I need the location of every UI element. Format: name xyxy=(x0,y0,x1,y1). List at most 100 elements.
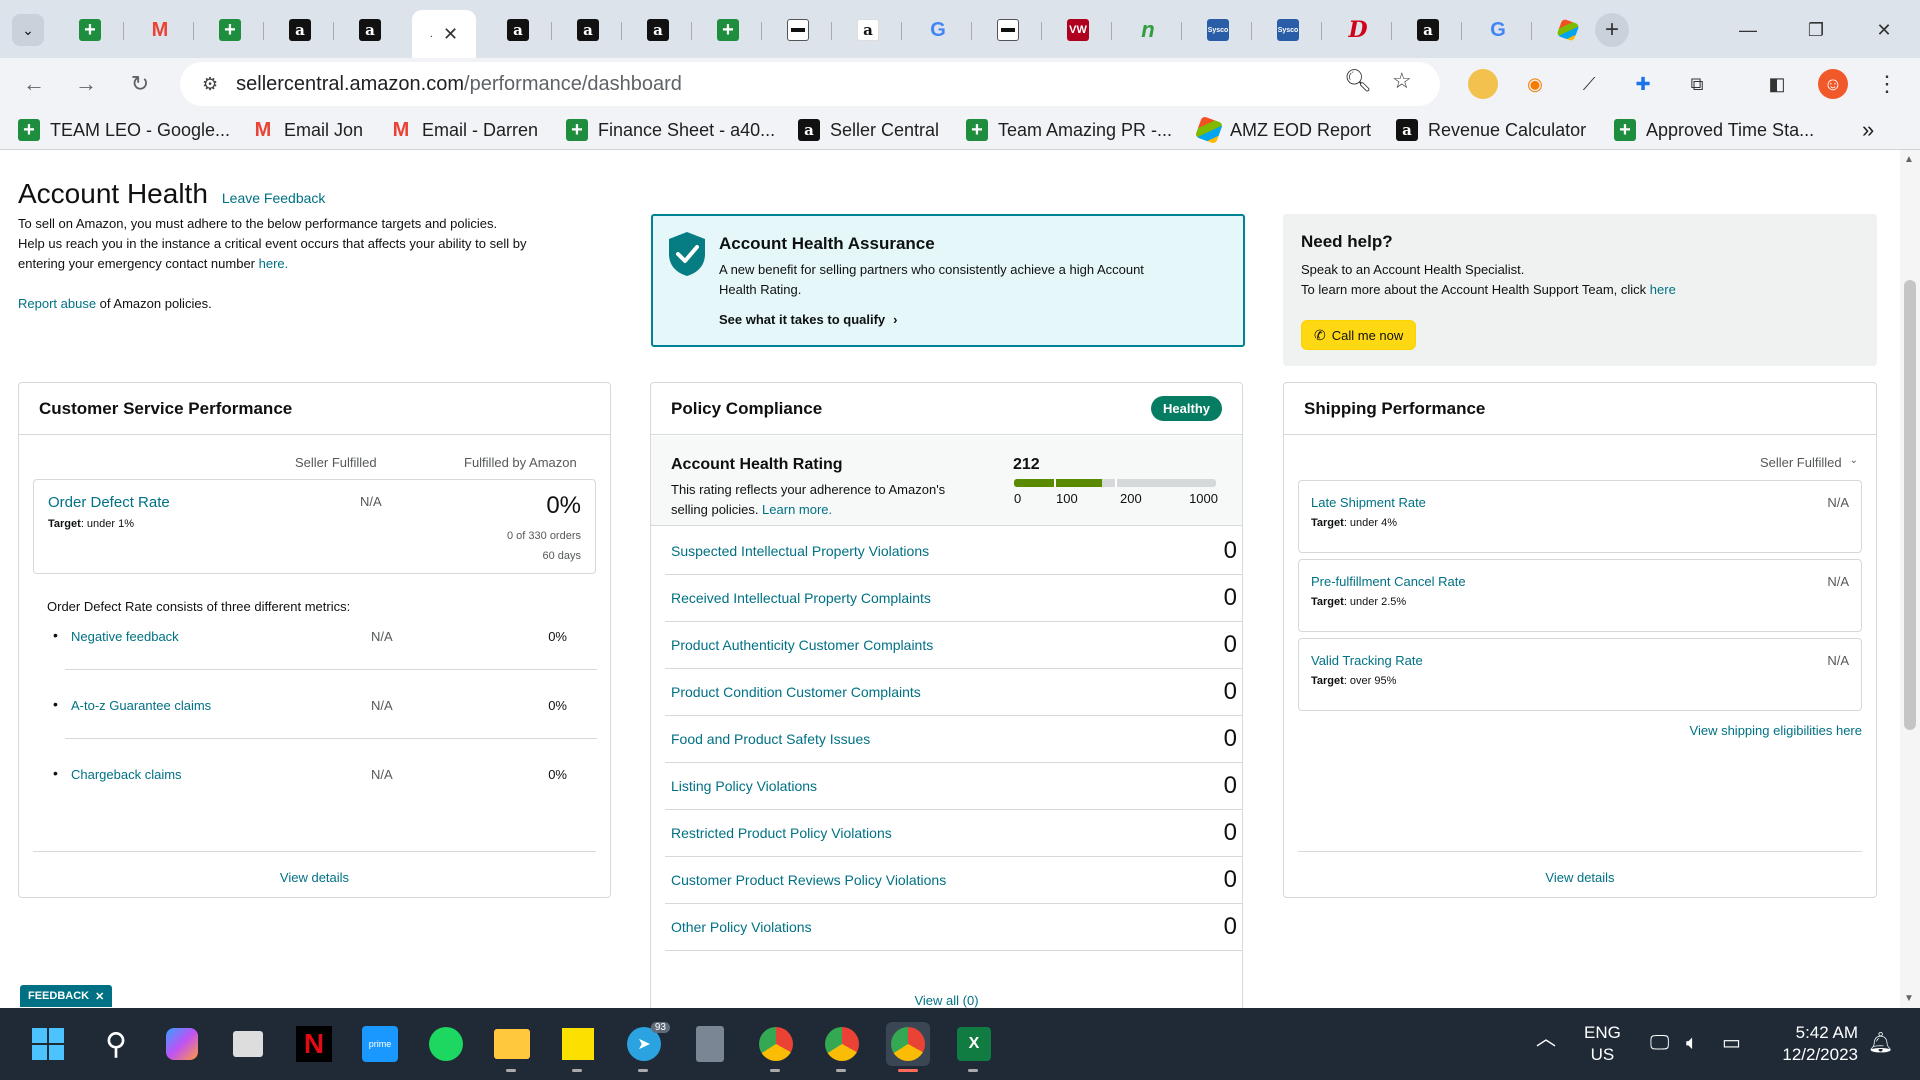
bookmarks-overflow-button[interactable]: » xyxy=(1862,117,1874,142)
taskbar-search-button[interactable]: ⚲ xyxy=(94,1022,138,1066)
policy-row[interactable]: Received Intellectual Property Complaint… xyxy=(665,575,1243,622)
new-tab-button[interactable]: + xyxy=(1590,10,1634,50)
taskbar-prime-video[interactable]: prime xyxy=(358,1022,402,1066)
taskbar-telegram[interactable]: ➤ 93 xyxy=(622,1022,670,1072)
taskbar-chrome-2[interactable] xyxy=(820,1022,864,1072)
tab-sheets[interactable]: + xyxy=(56,10,124,50)
shipping-view-details-link[interactable]: View details xyxy=(1284,870,1876,885)
taskbar-sticky-notes[interactable] xyxy=(556,1022,600,1072)
profile-avatar[interactable]: ☺ xyxy=(1818,69,1848,99)
tab-vw[interactable]: VW xyxy=(1044,10,1112,50)
policy-row[interactable]: Suspected Intellectual Property Violatio… xyxy=(665,528,1243,575)
star-icon[interactable]: ☆ xyxy=(1392,68,1412,94)
policy-row-label[interactable]: Food and Product Safety Issues xyxy=(671,731,870,747)
feedback-tab[interactable]: FEEDBACK ✕ xyxy=(20,985,113,1007)
pre-fulfillment-cancel-rate-link[interactable]: Pre-fulfillment Cancel Rate xyxy=(1311,574,1466,589)
policy-row-label[interactable]: Customer Product Reviews Policy Violatio… xyxy=(671,872,946,888)
qualify-link[interactable]: See what it takes to qualify › xyxy=(719,312,898,327)
policy-row[interactable]: Restricted Product Policy Violations 0 xyxy=(665,810,1243,857)
tab-search-button[interactable]: ⌄ xyxy=(6,10,50,50)
order-defect-rate-link[interactable]: Order Defect Rate xyxy=(48,494,170,511)
policy-row[interactable]: Customer Product Reviews Policy Violatio… xyxy=(665,857,1243,904)
extension-arrow-icon[interactable]: ⟋ xyxy=(1574,69,1604,99)
tab-amazon[interactable]: a xyxy=(266,10,334,50)
shipping-eligibilities-link[interactable]: View shipping eligibilities here xyxy=(1690,723,1862,738)
taskbar-calculator[interactable] xyxy=(688,1022,732,1066)
tab-google[interactable]: G xyxy=(904,10,972,50)
tab-sysco-2[interactable]: Sysco xyxy=(1254,10,1322,50)
tab-page[interactable] xyxy=(764,10,832,50)
tab-google-2[interactable]: G xyxy=(1464,10,1532,50)
site-settings-icon[interactable]: ⚙ xyxy=(202,74,218,95)
taskbar-chrome-1[interactable] xyxy=(754,1022,798,1072)
policy-row-label[interactable]: Product Authenticity Customer Complaints xyxy=(671,637,933,653)
cs-view-details-link[interactable]: View details xyxy=(19,870,610,885)
late-shipment-rate-link[interactable]: Late Shipment Rate xyxy=(1311,495,1426,510)
taskbar-netflix[interactable]: N xyxy=(292,1022,336,1066)
bookmark-email-darren[interactable]: M Email - Darren xyxy=(390,118,538,142)
tab-active[interactable]: . ✕ xyxy=(412,10,476,58)
zoom-icon[interactable]: 🔍︎ xyxy=(1344,68,1372,94)
tab-amazon-2[interactable]: a xyxy=(336,10,404,50)
emergency-contact-link[interactable]: here. xyxy=(259,256,289,271)
start-button[interactable] xyxy=(26,1022,70,1066)
forward-button[interactable]: → xyxy=(68,66,104,102)
policy-row[interactable]: Other Policy Violations 0 xyxy=(665,904,1243,951)
view-all-policies-link[interactable]: View all (0) xyxy=(651,993,1242,1008)
tab-amazon-3[interactable]: a xyxy=(484,10,552,50)
tab-amazon-7[interactable]: a xyxy=(1394,10,1462,50)
taskbar-copilot[interactable] xyxy=(160,1022,204,1066)
clock[interactable]: 5:42 AM 12/2/2023 xyxy=(1768,1022,1858,1066)
policy-row-label[interactable]: Received Intellectual Property Complaint… xyxy=(671,590,931,606)
close-window-button[interactable]: ✕ xyxy=(1860,10,1908,50)
language-indicator[interactable]: ENG US xyxy=(1584,1022,1621,1066)
page-scrollbar[interactable]: ▲ ▼ xyxy=(1900,150,1920,1008)
bookmark-team-amazing[interactable]: + Team Amazing PR -... xyxy=(966,118,1172,142)
tab-d[interactable]: D xyxy=(1324,10,1392,50)
taskbar-task-view[interactable] xyxy=(226,1022,270,1066)
policy-row-label[interactable]: Suspected Intellectual Property Violatio… xyxy=(671,543,929,559)
tab-gmail[interactable]: M xyxy=(126,10,194,50)
bookmark-finance-sheet[interactable]: + Finance Sheet - a40... xyxy=(566,118,775,142)
tab-amazon-6[interactable]: a xyxy=(834,10,902,50)
tab-page-2[interactable] xyxy=(974,10,1042,50)
policy-row[interactable]: Listing Policy Violations 0 xyxy=(665,763,1243,810)
bookmark-team-leo[interactable]: + TEAM LEO - Google... xyxy=(18,118,230,142)
tab-amazon-5[interactable]: a xyxy=(624,10,692,50)
bookmark-revenue-calculator[interactable]: a Revenue Calculator xyxy=(1396,118,1586,142)
taskbar-excel[interactable]: X xyxy=(952,1022,996,1072)
address-bar[interactable]: ⚙ sellercentral.amazon.com/performance/d… xyxy=(180,62,1440,106)
taskbar-chrome-3[interactable] xyxy=(886,1022,930,1072)
scrollbar-thumb[interactable] xyxy=(1904,280,1916,730)
tab-n[interactable]: n xyxy=(1114,10,1182,50)
ahr-learn-more-link[interactable]: Learn more. xyxy=(762,502,832,517)
tab-amazon-4[interactable]: a xyxy=(554,10,622,50)
extension-circle-icon[interactable]: ◉ xyxy=(1520,69,1550,99)
policy-row-label[interactable]: Listing Policy Violations xyxy=(671,778,817,794)
support-team-link[interactable]: here xyxy=(1650,282,1676,297)
reload-button[interactable]: ↻ xyxy=(122,66,158,102)
bookmark-amz-eod[interactable]: AMZ EOD Report xyxy=(1194,115,1371,145)
battery-icon[interactable]: ▭ xyxy=(1722,1032,1741,1054)
policy-row[interactable]: Food and Product Safety Issues 0 xyxy=(665,716,1243,763)
menu-kebab-icon[interactable]: ⋮ xyxy=(1872,69,1902,99)
extension-honey-icon[interactable] xyxy=(1468,69,1498,99)
policy-row[interactable]: Product Authenticity Customer Complaints… xyxy=(665,622,1243,669)
restore-button[interactable]: ❐ xyxy=(1792,10,1840,50)
tab-sheets-2[interactable]: + xyxy=(196,10,264,50)
policy-row-label[interactable]: Product Condition Customer Complaints xyxy=(671,684,921,700)
tab-sheets-3[interactable]: + xyxy=(694,10,762,50)
policy-row-label[interactable]: Restricted Product Policy Violations xyxy=(671,825,892,841)
report-abuse-link[interactable]: Report abuse xyxy=(18,296,96,311)
policy-row-label[interactable]: Other Policy Violations xyxy=(671,919,812,935)
bookmark-email-jon[interactable]: M Email Jon xyxy=(252,118,363,142)
minimize-button[interactable]: — xyxy=(1724,10,1772,50)
close-icon[interactable]: ✕ xyxy=(95,990,104,1003)
bookmark-seller-central[interactable]: a Seller Central xyxy=(798,118,939,142)
valid-tracking-rate-link[interactable]: Valid Tracking Rate xyxy=(1311,653,1423,668)
shipping-filter-dropdown[interactable]: Seller Fulfilled ⌄ xyxy=(1760,455,1858,470)
taskbar-spotify[interactable] xyxy=(424,1022,468,1066)
leave-feedback-link[interactable]: Leave Feedback xyxy=(222,190,326,206)
scroll-up-arrow-icon[interactable]: ▲ xyxy=(1904,154,1914,165)
call-me-now-button[interactable]: ✆ Call me now xyxy=(1301,320,1417,350)
